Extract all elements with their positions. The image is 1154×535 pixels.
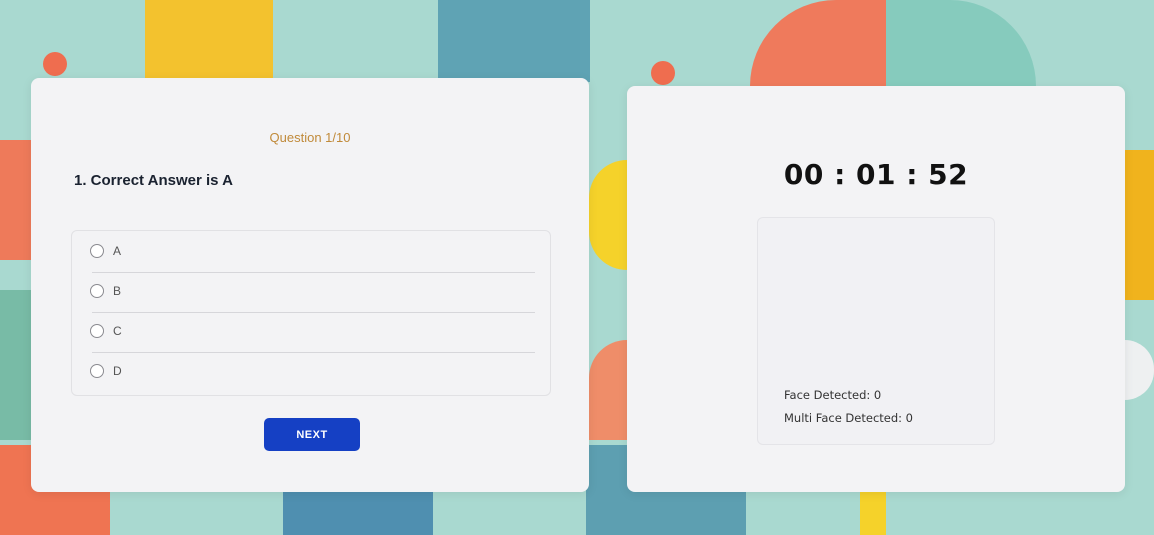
option-b[interactable]: B (72, 271, 550, 311)
option-a[interactable]: A (72, 231, 550, 271)
option-label: B (113, 284, 122, 298)
option-label: C (113, 324, 122, 338)
question-text: 1. Correct Answer is A (74, 172, 233, 189)
radio-icon[interactable] (90, 244, 104, 258)
question-card: Question 1/10 1. Correct Answer is A A B… (31, 78, 589, 492)
option-c[interactable]: C (72, 311, 550, 351)
webcam-preview: Face Detected: 0 Multi Face Detected: 0 (757, 217, 995, 445)
multi-face-detected-count: Multi Face Detected: 0 (784, 411, 913, 425)
answer-options: A B C D (71, 230, 551, 396)
proctor-card: 00 : 01 : 52 Face Detected: 0 Multi Face… (627, 86, 1125, 492)
radio-icon[interactable] (90, 364, 104, 378)
face-detected-count: Face Detected: 0 (784, 388, 882, 402)
radio-icon[interactable] (90, 284, 104, 298)
option-d[interactable]: D (72, 351, 550, 391)
next-button[interactable]: NEXT (264, 418, 360, 451)
option-label: A (113, 244, 122, 258)
question-counter: Question 1/10 (269, 130, 351, 145)
countdown-timer: 00 : 01 : 52 (783, 158, 969, 191)
radio-icon[interactable] (90, 324, 104, 338)
option-label: D (113, 364, 122, 378)
